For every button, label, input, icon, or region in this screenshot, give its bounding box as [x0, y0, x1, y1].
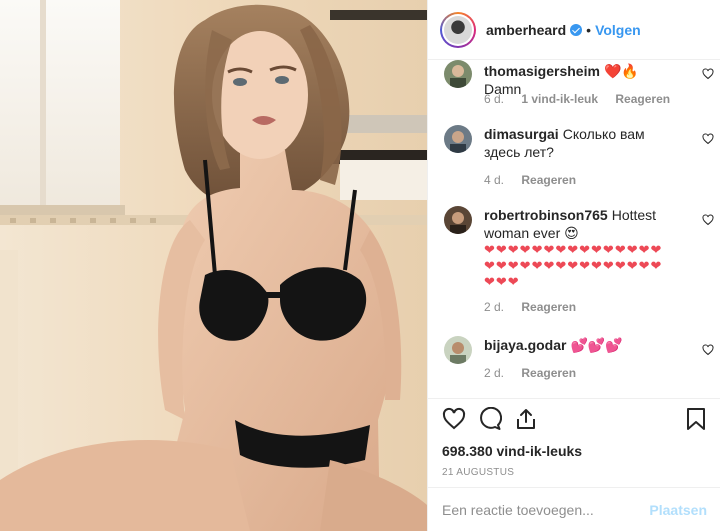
comment-text: 💕💕💕	[570, 337, 623, 353]
instagram-post: amberheard • Volgen thomasigersheim ❤️🔥 D…	[0, 0, 720, 531]
post-comment-button[interactable]: Plaatsen	[649, 502, 707, 518]
reply-button[interactable]: Reageren	[615, 92, 670, 106]
comment-like-heart-icon[interactable]	[702, 214, 714, 226]
verified-badge-icon	[570, 23, 583, 36]
comment-meta: 2 d. Reageren	[484, 300, 590, 314]
comment-body: robertrobinson765 Hottest woman ever 😍 ❤❤…	[484, 206, 680, 290]
comment-time[interactable]: 6 d.	[484, 92, 504, 106]
commenter-avatar[interactable]	[444, 125, 472, 153]
header-separator: •	[586, 21, 592, 38]
reply-button[interactable]: Reageren	[521, 366, 576, 380]
comment-like-heart-icon[interactable]	[702, 344, 714, 356]
comment-like-heart-icon[interactable]	[702, 133, 714, 145]
profile-avatar[interactable]	[440, 11, 476, 48]
header-username[interactable]: amberheard	[486, 22, 566, 38]
commenter-avatar[interactable]	[444, 206, 472, 234]
comment-time[interactable]: 4 d.	[484, 173, 504, 187]
follow-button[interactable]: Volgen	[595, 22, 641, 38]
comment-input[interactable]	[442, 501, 650, 518]
comment-time[interactable]: 2 d.	[484, 366, 504, 380]
comment-body: bijaya.godar 💕💕💕	[484, 336, 680, 354]
comment-meta: 2 d. Reageren	[484, 366, 590, 380]
commenter-avatar[interactable]	[444, 336, 472, 364]
post-photo[interactable]	[0, 0, 427, 531]
reply-button[interactable]: Reageren	[521, 173, 576, 187]
comment-heart-emojis: ❤❤❤❤❤❤❤❤❤❤❤❤❤❤❤❤❤❤❤❤❤❤❤❤❤❤❤❤❤❤❤❤❤	[484, 242, 663, 289]
reply-button[interactable]: Reageren	[521, 300, 576, 314]
comment-time[interactable]: 2 d.	[484, 300, 504, 314]
action-icons	[442, 407, 707, 435]
bookmark-icon[interactable]	[685, 407, 707, 431]
comment-like-heart-icon[interactable]	[702, 68, 714, 80]
post-header: amberheard • Volgen	[428, 0, 720, 60]
comment-bubble-icon[interactable]	[478, 407, 502, 431]
commenter-avatar[interactable]	[444, 60, 472, 88]
share-icon[interactable]	[514, 407, 538, 431]
comment-likes[interactable]: 1 vind-ik-leuk	[521, 92, 598, 106]
comment-username[interactable]: bijaya.godar	[484, 337, 566, 353]
comment-username[interactable]: thomasigersheim	[484, 63, 600, 79]
like-heart-icon[interactable]	[442, 407, 466, 431]
like-count[interactable]: 698.380 vind-ik-leuks	[442, 443, 707, 459]
post-side-panel: amberheard • Volgen thomasigersheim ❤️🔥 D…	[427, 0, 720, 531]
comment-username[interactable]: robertrobinson765	[484, 207, 608, 223]
comment-body: dimasurgai Сколько вам здесь лет?	[484, 125, 680, 161]
post-actions: 698.380 vind-ik-leuks 21 AUGUSTUS	[428, 398, 720, 490]
avatar-border	[442, 13, 474, 46]
comment-meta: 6 d. 1 vind-ik-leuk Reageren	[484, 92, 684, 106]
avatar-image	[444, 15, 472, 44]
photo-illustration	[0, 0, 427, 531]
comment-username[interactable]: dimasurgai	[484, 126, 559, 142]
add-comment-bar: Plaatsen	[428, 487, 720, 531]
post-date[interactable]: 21 AUGUSTUS	[442, 467, 707, 478]
comments-list[interactable]: thomasigersheim ❤️🔥 Damn 6 d. 1 vind-ik-l…	[428, 60, 720, 398]
comment-meta: 4 d. Reageren	[484, 173, 590, 187]
